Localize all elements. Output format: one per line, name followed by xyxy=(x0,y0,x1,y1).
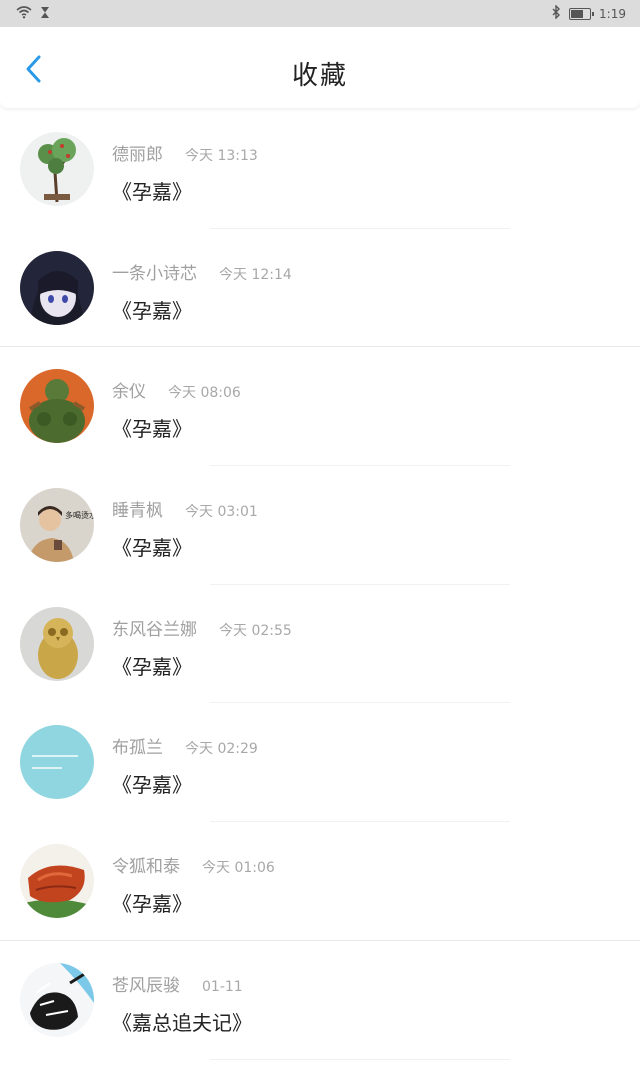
list-item[interactable]: 德丽郎 今天 13:13 《孕嘉》 xyxy=(0,110,640,229)
user-name: 德丽郎 xyxy=(112,145,163,165)
blue-text-avatar[interactable] xyxy=(20,725,94,800)
user-name: 令狐和泰 xyxy=(112,857,180,878)
timestamp: 今天 03:01 xyxy=(185,504,258,521)
book-title[interactable]: 《孕嘉》 xyxy=(112,532,192,561)
list-item[interactable]: 东风谷兰娜 今天 02:55 《孕嘉》 xyxy=(0,585,640,704)
user-name: 余仪 xyxy=(112,382,146,403)
wifi-icon xyxy=(16,5,32,22)
book-title[interactable]: 《孕嘉》 xyxy=(112,176,192,205)
svg-text:多喝烫水: 多喝烫水 xyxy=(65,510,94,520)
user-name: 一条小诗芯 xyxy=(112,263,197,284)
timestamp: 今天 12:14 xyxy=(219,266,292,283)
user-name: 东风谷兰娜 xyxy=(112,619,197,640)
anime-girl-avatar[interactable] xyxy=(20,250,94,325)
list-item[interactable]: 余仪 今天 08:06 《孕嘉》 xyxy=(0,347,640,467)
timestamp: 今天 01:06 xyxy=(202,860,275,877)
book-title[interactable]: 《孕嘉》 xyxy=(112,413,192,442)
list-item[interactable]: 一条小诗芯 今天 12:14 《孕嘉》 xyxy=(0,229,640,348)
timestamp: 01-11 xyxy=(202,978,243,995)
young-man-avatar[interactable]: 多喝烫水 xyxy=(20,488,94,563)
book-title[interactable]: 《孕嘉》 xyxy=(112,888,192,917)
book-title[interactable]: 《孕嘉》 xyxy=(112,651,192,680)
list-item[interactable]: 令狐和泰 今天 01:06 《孕嘉》 xyxy=(0,822,640,941)
list-item[interactable]: 多喝烫水 睡青枫 今天 03:01 《孕嘉》 xyxy=(0,466,640,585)
timestamp: 今天 08:06 xyxy=(168,385,241,402)
divider xyxy=(210,1058,510,1060)
user-name: 苍风辰骏 xyxy=(112,975,180,996)
food-dish-avatar[interactable] xyxy=(20,844,94,919)
bluetooth-icon xyxy=(551,4,561,22)
green-monster-avatar[interactable] xyxy=(20,369,94,444)
status-bar: 1:19 xyxy=(0,0,640,27)
user-name: 布孤兰 xyxy=(112,738,163,759)
favorites-list: 德丽郎 今天 13:13 《孕嘉》 一条小诗芯 今天 12:14 《孕嘉》 余仪 今天… xyxy=(0,110,640,1060)
timestamp: 今天 13:13 xyxy=(185,148,258,164)
app-header: 收藏 xyxy=(0,27,640,108)
timestamp: 今天 02:55 xyxy=(219,622,292,639)
list-item[interactable]: 布孤兰 今天 02:29 《孕嘉》 xyxy=(0,703,640,823)
book-title[interactable]: 《嘉总追夫记》 xyxy=(112,1007,252,1036)
owl-statue-avatar[interactable] xyxy=(20,606,94,681)
hourglass-icon xyxy=(40,6,50,22)
ink-sketch-avatar[interactable] xyxy=(20,962,94,1037)
bonsai-tree-avatar[interactable] xyxy=(20,132,94,206)
list-item[interactable]: 苍风辰骏 01-11 《嘉总追夫记》 xyxy=(0,941,640,1060)
status-time: 1:19 xyxy=(599,6,626,21)
user-name: 睡青枫 xyxy=(112,501,163,522)
battery-icon xyxy=(569,7,595,20)
book-title[interactable]: 《孕嘉》 xyxy=(112,769,192,798)
page-title: 收藏 xyxy=(291,61,348,91)
book-title[interactable]: 《孕嘉》 xyxy=(112,295,192,324)
timestamp: 今天 02:29 xyxy=(185,741,258,758)
